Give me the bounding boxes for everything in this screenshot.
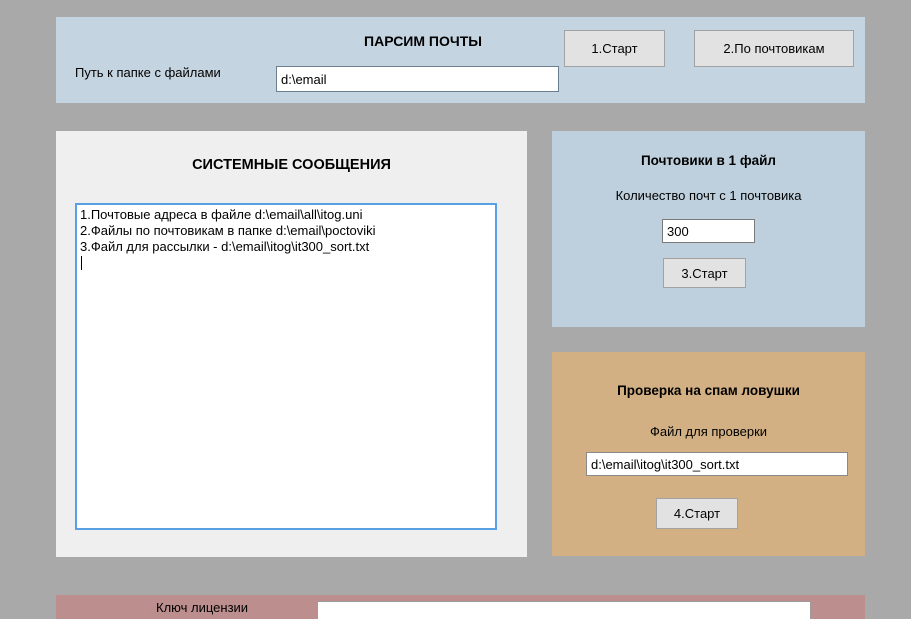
- check-file-input[interactable]: [586, 452, 848, 476]
- check-file-label: Файл для проверки: [649, 424, 768, 439]
- start-3-button[interactable]: 3.Старт: [663, 258, 746, 288]
- mailers-to-file-panel: Почтовики в 1 файл Количество почт с 1 п…: [552, 131, 865, 327]
- by-mailers-button[interactable]: 2.По почтовикам: [694, 30, 854, 67]
- message-line: 3.Файл для рассылки - d:\email\itog\it30…: [80, 239, 370, 254]
- mailers-panel-title: Почтовики в 1 файл: [640, 153, 777, 168]
- spam-trap-check-panel: Проверка на спам ловушки Файл для провер…: [552, 352, 865, 556]
- app-window: ПАРСИМ ПОЧТЫ Путь к папке с файлами 1.Ст…: [0, 0, 911, 619]
- start-4-button[interactable]: 4.Старт: [656, 498, 738, 529]
- spam-panel-title: Проверка на спам ловушки: [617, 383, 800, 398]
- license-key-label: Ключ лицензии: [156, 600, 249, 615]
- mail-count-input[interactable]: [662, 219, 755, 243]
- text-cursor: [81, 256, 82, 270]
- message-line: 1.Почтовые адреса в файле d:\email\all\i…: [80, 207, 363, 222]
- folder-path-input[interactable]: [276, 66, 559, 92]
- parse-mail-title: ПАРСИМ ПОЧТЫ: [364, 33, 482, 49]
- start-1-button[interactable]: 1.Старт: [564, 30, 665, 67]
- system-messages-textarea[interactable]: 1.Почтовые адреса в файле d:\email\all\i…: [75, 203, 497, 530]
- system-messages-title: СИСТЕМНЫЕ СООБЩЕНИЯ: [192, 157, 391, 173]
- parse-mail-panel: ПАРСИМ ПОЧТЫ Путь к папке с файлами 1.Ст…: [56, 17, 865, 103]
- folder-path-label: Путь к папке с файлами: [75, 65, 221, 80]
- license-key-input[interactable]: [317, 601, 811, 619]
- license-panel: Ключ лицензии: [56, 595, 865, 619]
- system-messages-panel: СИСТЕМНЫЕ СООБЩЕНИЯ 1.Почтовые адреса в …: [56, 131, 527, 557]
- mail-count-label: Количество почт с 1 почтовика: [615, 188, 802, 203]
- message-line: 2.Файлы по почтовикам в папке d:\email\p…: [80, 223, 376, 238]
